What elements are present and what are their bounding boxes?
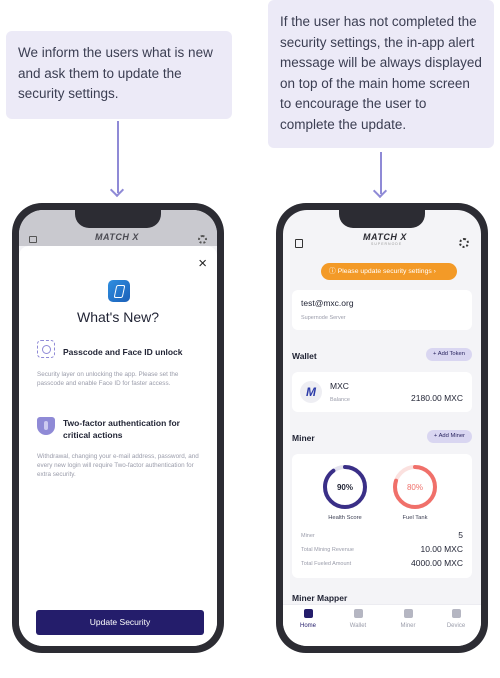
health-score-label: Health Score	[328, 515, 362, 521]
token-name: MXC	[330, 381, 349, 391]
tab-label: Miner	[400, 623, 416, 629]
chevron-right-icon: ›	[431, 268, 436, 275]
app-logo: MATCH X	[95, 232, 139, 242]
gear-icon	[198, 235, 207, 244]
info-icon: ⓘ	[329, 268, 338, 275]
tab-wallet[interactable]: Wallet	[333, 609, 383, 629]
security-alert-banner[interactable]: ⓘ Please update security settings ›	[321, 263, 457, 280]
stat-label: Total Mining Revenue	[301, 547, 354, 553]
home-icon	[303, 609, 313, 618]
arrow-down-icon	[380, 152, 382, 194]
stat-label: Total Fueled Amount	[301, 561, 352, 567]
feature-title-passcode: Passcode and Face ID unlock	[63, 347, 183, 357]
phone-screen: MATCH X SUPERNODE ⓘ Please update securi…	[283, 210, 481, 646]
token-card[interactable]: M MXC Balance 2180.00 MXC	[292, 372, 472, 412]
calculator-icon[interactable]	[295, 239, 303, 248]
app-logo: MATCH X	[363, 232, 407, 242]
account-server: Supernode Server	[301, 315, 346, 321]
tab-home[interactable]: Home	[283, 609, 333, 629]
fuel-tank-gauge: 80%	[393, 465, 437, 509]
tab-label: Home	[299, 623, 316, 629]
device-icon	[451, 609, 461, 618]
bottom-tab-bar: Home Wallet Miner Device	[283, 604, 481, 646]
miner-card: 90% Health Score 80% Fuel Tank Miner 5 T…	[292, 454, 472, 578]
health-score-gauge: 90%	[323, 465, 367, 509]
stat-label: Miner	[301, 533, 315, 539]
alert-text: Please update security settings	[337, 268, 432, 275]
app-logo-subtitle: SUPERNODE	[371, 242, 403, 246]
miner-icon	[403, 609, 413, 618]
calculator-icon	[29, 236, 37, 243]
add-miner-button[interactable]: + Add Miner	[426, 430, 472, 443]
gear-icon[interactable]	[459, 238, 469, 248]
token-balance-value: 2180.00 MXC	[411, 393, 463, 403]
phone-notch	[339, 210, 425, 228]
add-token-button[interactable]: + Add Token	[426, 348, 472, 361]
phone-screen: MATCH X × What's New? Passcode and Face …	[19, 210, 217, 646]
health-score-value: 90%	[337, 483, 353, 492]
tab-label: Wallet	[349, 623, 367, 629]
fuel-tank-label: Fuel Tank	[402, 515, 428, 521]
arrow-down-icon	[117, 121, 119, 193]
account-card[interactable]: test@mxc.org Supernode Server	[292, 290, 472, 330]
feature-desc-2fa: Withdrawal, changing your e-mail address…	[37, 453, 199, 478]
tab-label: Device	[446, 623, 466, 629]
account-email: test@mxc.org	[301, 298, 354, 308]
stat-value: 4000.00 MXC	[411, 558, 463, 568]
miner-title: Miner	[292, 433, 315, 443]
feature-title-2fa: Two-factor authentication for critical a…	[63, 418, 180, 440]
note-right: If the user has not completed the securi…	[268, 0, 494, 148]
fuel-tank-value: 80%	[407, 483, 423, 492]
miner-mapper-title: Miner Mapper	[292, 593, 348, 603]
mxc-logo-icon: M	[300, 381, 322, 403]
token-balance-label: Balance	[330, 397, 350, 403]
whats-new-sheet: × What's New? Passcode and Face ID unloc…	[19, 246, 217, 646]
face-id-icon	[37, 340, 55, 358]
tab-miner[interactable]: Miner	[383, 609, 433, 629]
wallet-icon	[353, 609, 363, 618]
stat-value: 10.00 MXC	[420, 544, 463, 554]
shield-icon	[37, 417, 55, 435]
wallet-title: Wallet	[292, 351, 317, 361]
note-left: We inform the users what is new and ask …	[6, 31, 232, 119]
app-icon	[108, 280, 130, 302]
tab-device[interactable]: Device	[431, 609, 481, 629]
stat-value: 5	[458, 530, 463, 540]
feature-desc-passcode: Security layer on unlocking the app. Ple…	[37, 371, 179, 387]
phone-whats-new: MATCH X × What's New? Passcode and Face …	[12, 203, 224, 653]
whats-new-title: What's New?	[76, 309, 160, 325]
phone-notch	[75, 210, 161, 228]
update-security-button[interactable]: Update Security	[36, 610, 204, 635]
close-icon[interactable]: ×	[198, 256, 207, 271]
phone-home: MATCH X SUPERNODE ⓘ Please update securi…	[276, 203, 488, 653]
